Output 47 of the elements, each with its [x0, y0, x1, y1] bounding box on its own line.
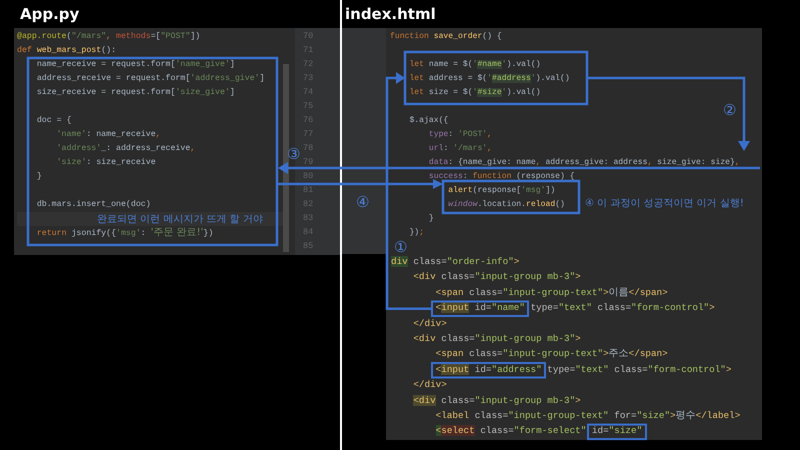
code-line: });: [408, 227, 424, 239]
code-line: url: '/mars',: [428, 143, 492, 155]
code-line: let name = $('#name').val(): [408, 59, 541, 71]
code-line: type: 'POST',: [428, 129, 492, 141]
code-line: alert(response['msg']): [447, 185, 556, 197]
file-title: App.py: [19, 4, 80, 25]
code-line: 'name': name_receive,: [56, 129, 161, 141]
code-line: size_receive = request.form['size_give']: [36, 87, 235, 99]
circled-number: ②: [723, 103, 736, 118]
code-line: }: [428, 213, 434, 225]
code-line: </div>: [412, 379, 447, 392]
code-line: let address = $('#address').val(): [408, 73, 570, 85]
code-line: @app.route("/mars", methods=["POST"]): [17, 31, 200, 43]
code-line: success: function (response) {: [428, 171, 575, 183]
code-line: <span class="input-group-text">주소</span>: [434, 348, 668, 360]
code-line: <div class="input-group mb-3">: [412, 271, 581, 284]
annotation-note: ④ 이 과정이 성공적이면 이거 실행!: [585, 199, 744, 209]
code-line: def web_mars_post():: [17, 45, 116, 57]
annotation-note: 완료되면 이런 메시지가 뜨게 할 거야: [97, 214, 263, 225]
highlight-frame: [587, 424, 647, 440]
code-line: <label class="input-group-text" for="size">평수</label>: [434, 410, 740, 422]
code-line: db.mars.insert_one(doc): [36, 199, 151, 211]
code-line: $.ajax({: [408, 115, 448, 127]
code-line: 'address'_: address_receive,: [56, 143, 196, 155]
code-line: <input id="name" type="text" class="form-control">: [434, 302, 715, 314]
code-line: let size = $('#size').val(): [408, 87, 541, 99]
code-line: return jsonify({'msg': '주문 완료!'}): [36, 226, 214, 240]
circled-number: ④: [356, 195, 370, 210]
code-line: address_receive = request.form['address_give']: [36, 73, 265, 85]
code-line: doc = {: [36, 115, 72, 127]
scrollbar[interactable]: [283, 64, 289, 252]
code-line: </div>: [412, 318, 447, 330]
code-line: data: {name_give: name, address_give: address, size_give: size},: [428, 157, 740, 169]
code-line: <span class="input-group-text">이름</span>: [434, 286, 668, 299]
code-line: }: [36, 171, 42, 183]
code-line: 'size': size_receive: [56, 157, 156, 169]
code-line: <input id="address" type="text" class="form-control">: [434, 364, 732, 376]
code-line: <div class="input-group mb-3">: [412, 394, 581, 407]
code-line: <div class="input-group mb-3">: [412, 332, 581, 345]
code-line: window.location.reload(): [447, 199, 565, 211]
circled-number: ①: [394, 240, 408, 255]
file-title: index.html: [344, 4, 437, 25]
code-line: name_receive = request.form['name_give']: [36, 59, 235, 71]
code-line: div class="order-info">: [391, 256, 520, 268]
code-line: function save_order() {: [390, 31, 502, 43]
code-line: <select class="form-select" id="size": [434, 425, 642, 438]
circled-number: ③: [287, 147, 300, 162]
